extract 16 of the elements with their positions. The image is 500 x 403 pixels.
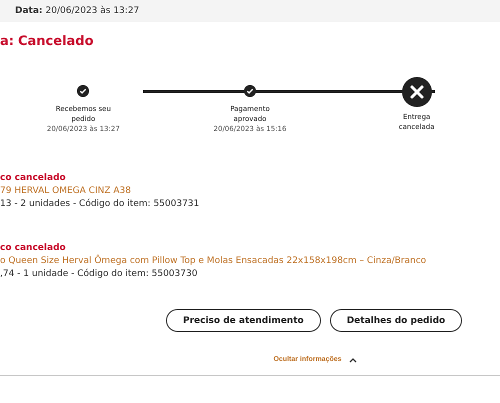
close-icon [402,77,432,107]
date-label: Data: [15,6,43,16]
check-icon [244,85,256,97]
item-details: ,74 - 1 unidade - Código do item: 55003730 [0,269,198,279]
item-status: co cancelado [0,243,67,253]
status-label: a: [0,34,14,49]
product-link[interactable]: 79 HERVAL OMEGA CINZ A38 [0,186,500,196]
support-button[interactable]: Preciso de atendimento [166,309,321,332]
item-status: co cancelado [0,173,67,183]
details-button[interactable]: Detalhes do pedido [330,309,462,332]
chevron-icon[interactable] [348,356,357,362]
check-icon [77,85,90,97]
item-details: 13 - 2 unidades - Código do item: 55003731 [0,199,200,209]
date-value: 20/06/2023 às 13:27 [46,6,140,16]
product-link[interactable]: o Queen Size Herval Ômega com Pillow Top e Molas Ensacadas 22x158x198cm – Cinza/Branco [0,256,500,266]
status-value: Cancelado [18,34,94,49]
